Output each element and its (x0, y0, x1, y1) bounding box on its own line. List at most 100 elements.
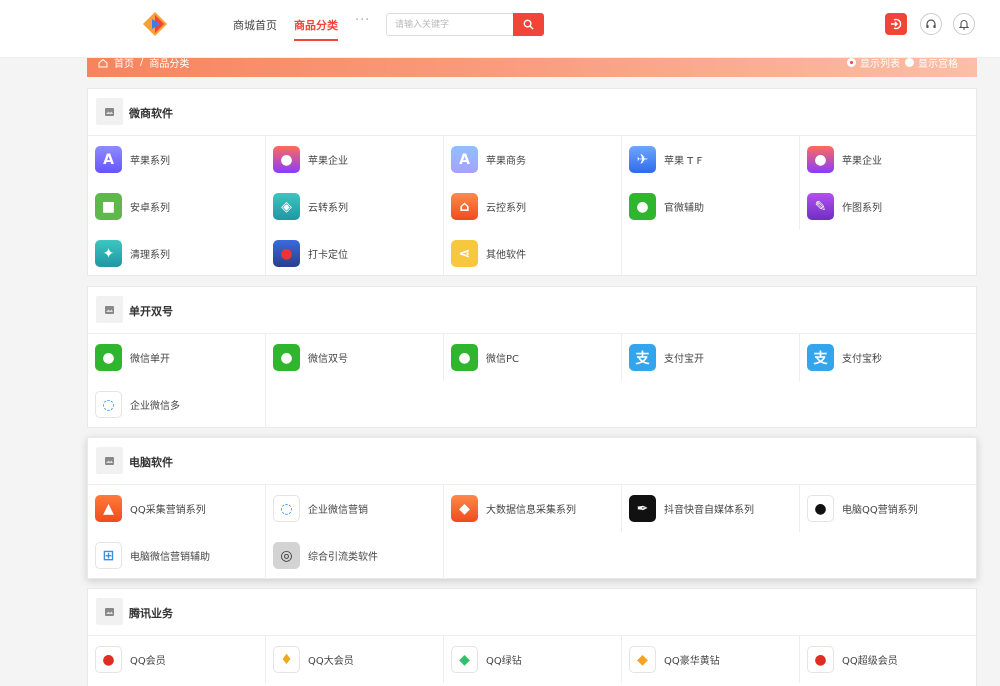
product-item[interactable]: ⊞ 电脑微信营销辅助 (88, 532, 266, 579)
product-item[interactable]: ● 苹果企业 (800, 136, 978, 183)
product-item[interactable]: ✦ 清理系列 (88, 230, 266, 277)
section-title: 腾讯业务 (129, 607, 173, 620)
product-item[interactable]: ◌ 企业微信多 (88, 381, 266, 428)
work-wechat-icon: ◌ (273, 495, 300, 522)
broom-icon: ✦ (95, 240, 122, 267)
apple-icon: ● (807, 146, 834, 173)
login-button[interactable] (885, 13, 907, 35)
product-label: 电脑微信营销辅助 (130, 552, 210, 563)
alipay-icon: 支 (807, 344, 834, 371)
product-item[interactable]: ● 微信单开 (88, 334, 266, 381)
product-label: 综合引流类软件 (308, 552, 378, 563)
nav-category-link[interactable]: 商品分类 (294, 17, 338, 41)
qq-member-icon: ● (95, 646, 122, 673)
section-title: 微商软件 (129, 107, 173, 120)
category-section-1: 微商软件 A 苹果系列 ● 苹果企业 A 苹果商务 ✈ 苹果 T F ● 苹果企业 ■ 安卓… (87, 88, 978, 277)
product-label: 安卓系列 (130, 203, 170, 214)
nav-home-link[interactable]: 商城首页 (233, 17, 277, 33)
product-item[interactable]: ◆ 大数据信息采集系列 (444, 485, 622, 532)
search-input[interactable] (386, 13, 514, 36)
product-item[interactable]: ● 微信PC (444, 334, 622, 381)
product-item[interactable]: ● QQ会员 (88, 636, 266, 683)
product-label: QQ会员 (130, 656, 166, 667)
product-label: 苹果系列 (130, 156, 170, 167)
ps-icon: ✎ (807, 193, 834, 220)
calligraphy-icon: ✒ (629, 495, 656, 522)
product-label: 电脑QQ营销系列 (842, 505, 918, 516)
section-header: 电脑软件 (88, 438, 976, 485)
notification-button[interactable] (953, 13, 975, 35)
product-item[interactable]: ● QQ超级会员 (800, 636, 978, 683)
product-item[interactable]: ◈ 云转系列 (266, 183, 444, 230)
wechat-icon: ● (451, 344, 478, 371)
product-item[interactable]: ● 苹果企业 (266, 136, 444, 183)
product-label: 其他软件 (486, 250, 526, 261)
product-item[interactable]: ◎ 综合引流类软件 (266, 532, 444, 579)
qq-big-member-icon: ♦ (273, 646, 300, 673)
green-diamond-icon: ◆ (451, 646, 478, 673)
nav-more[interactable]: ··· (355, 13, 370, 28)
product-label: QQ豪华黄钻 (664, 656, 720, 667)
section-title: 单开双号 (129, 305, 173, 318)
section-header: 腾讯业务 (88, 589, 976, 636)
product-label: 官微辅助 (664, 203, 704, 214)
work-wechat-icon: ◌ (95, 391, 122, 418)
product-label: 打卡定位 (308, 250, 348, 261)
product-item[interactable]: A 苹果系列 (88, 136, 266, 183)
product-item[interactable]: ✎ 作图系列 (800, 183, 978, 230)
product-label: QQ大会员 (308, 656, 354, 667)
share-icon: ⋖ (451, 240, 478, 267)
qq-super-member-icon: ● (807, 646, 834, 673)
product-item[interactable]: ◆ QQ豪华黄钻 (622, 636, 800, 683)
product-label: 苹果企业 (308, 156, 348, 167)
product-label: 云控系列 (486, 203, 526, 214)
top-header: 商城首页 商品分类 ··· (0, 0, 1000, 58)
product-label: 微信双号 (308, 354, 348, 365)
product-label: 苹果 T F (664, 156, 703, 167)
product-item[interactable]: ● 微信双号 (266, 334, 444, 381)
cloud-control-icon: ⌂ (451, 193, 478, 220)
app-store-icon: A (95, 146, 122, 173)
headset-icon (926, 19, 936, 28)
product-item[interactable]: ♦ QQ大会员 (266, 636, 444, 683)
product-item[interactable]: ◆ QQ绿钻 (444, 636, 622, 683)
image-placeholder-icon (96, 598, 123, 625)
support-button[interactable] (920, 13, 942, 35)
product-label: 企业微信营销 (308, 505, 368, 516)
product-item[interactable]: ● 官微辅助 (622, 183, 800, 230)
section-header: 微商软件 (88, 89, 976, 136)
product-label: QQ采集营销系列 (130, 505, 206, 516)
product-item[interactable]: 支支付宝秒 (800, 334, 978, 381)
product-item[interactable]: ✒ 抖音快音自媒体系列 (622, 485, 800, 532)
product-item[interactable]: ◌ 企业微信营销 (266, 485, 444, 532)
product-item[interactable]: ■ 安卓系列 (88, 183, 266, 230)
section-header: 单开双号 (88, 287, 976, 334)
product-item[interactable]: ✈ 苹果 T F (622, 136, 800, 183)
product-label: QQ绿钻 (486, 656, 522, 667)
alipay-icon: 支 (629, 344, 656, 371)
category-section-3: 电脑软件 ▲ QQ采集营销系列 ◌ 企业微信营销 ◆ 大数据信息采集系列 ✒ 抖音快音自… (87, 437, 977, 579)
product-item[interactable]: ⋖ 其他软件 (444, 230, 622, 277)
product-label: 支付宝开 (664, 354, 704, 365)
wechat-icon: ● (273, 344, 300, 371)
product-label: 大数据信息采集系列 (486, 505, 576, 516)
product-item[interactable]: ● 打卡定位 (266, 230, 444, 277)
windows-icon: ⊞ (95, 542, 122, 569)
image-placeholder-icon (96, 296, 123, 323)
product-item[interactable]: ▲ QQ采集营销系列 (88, 485, 266, 532)
category-section-2: 单开双号 ● 微信单开 ● 微信双号 ● 微信PC 支支付宝开 支支付宝秒 ◌ 企业微信… (87, 286, 977, 428)
product-label: 苹果企业 (842, 156, 882, 167)
search-button[interactable] (513, 13, 544, 36)
logo-icon[interactable] (141, 10, 169, 38)
product-item[interactable]: ⌂ 云控系列 (444, 183, 622, 230)
product-item[interactable]: A 苹果商务 (444, 136, 622, 183)
section-title: 电脑软件 (129, 456, 173, 469)
image-placeholder-icon (96, 447, 123, 474)
product-item[interactable]: ● 电脑QQ营销系列 (800, 485, 978, 532)
search-icon (523, 19, 534, 30)
radio-unchecked-icon (905, 58, 914, 67)
product-item[interactable]: 支支付宝开 (622, 334, 800, 381)
qq-penguin-icon: ● (807, 495, 834, 522)
product-label: 云转系列 (308, 203, 348, 214)
image-placeholder-icon (96, 98, 123, 125)
